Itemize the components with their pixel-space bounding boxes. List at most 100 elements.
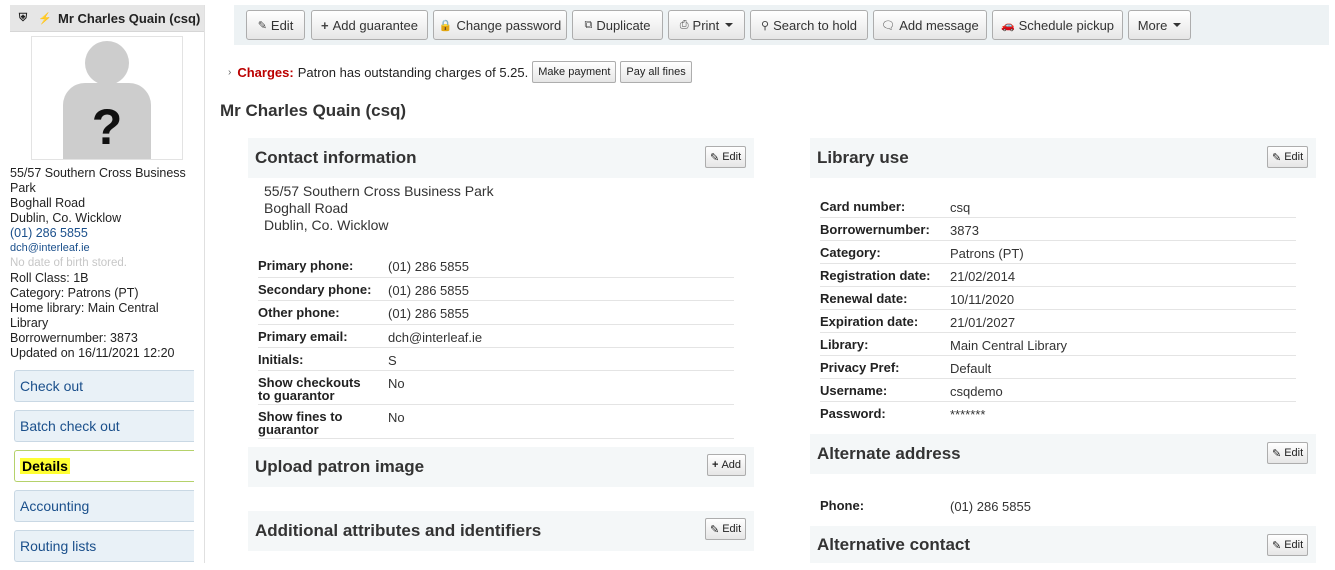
add-label: Add	[721, 459, 742, 471]
edit-button[interactable]: ✎ Edit	[246, 10, 305, 40]
contact-row: Initials: S	[258, 348, 734, 371]
contact-row: Secondary phone: (01) 286 5855	[258, 278, 734, 301]
change-password-button[interactable]: 🔒 Change password	[433, 10, 567, 40]
field-label: Privacy Pref:	[820, 360, 900, 375]
library-use-header: Library use	[810, 138, 1316, 178]
field-value: S	[388, 353, 397, 368]
field-label: Initials:	[258, 352, 304, 367]
alternative-contact-header: Alternative contact	[810, 526, 1316, 563]
add-guarantee-label: Add guarantee	[332, 17, 418, 33]
pencil-icon: ✎	[1272, 447, 1282, 460]
duplicate-label: Duplicate	[596, 17, 651, 33]
field-value: csqdemo	[950, 384, 1003, 399]
pay-all-fines-button[interactable]: Pay all fines	[620, 61, 692, 83]
patron-email-link[interactable]: dch@interleaf.ie	[10, 241, 204, 256]
duplicate-button[interactable]: ⧉ Duplicate	[572, 10, 663, 40]
edit-label: Edit	[270, 17, 294, 33]
add-guarantee-button[interactable]: + Add guarantee	[311, 10, 428, 40]
patron-photo[interactable]: ?	[31, 36, 183, 160]
field-value: No	[388, 376, 405, 391]
field-value: Patrons (PT)	[950, 246, 1024, 261]
upload-image-header: Upload patron image	[248, 447, 754, 487]
library-use-edit-button[interactable]: ✎ Edit	[1267, 146, 1309, 168]
nav-routing-lists[interactable]: Routing lists	[14, 530, 194, 562]
contact-row: Show fines to guarantor No	[258, 405, 734, 439]
category: Category: Patrons (PT)	[10, 286, 139, 300]
page-title: Mr Charles Quain (csq)	[220, 101, 407, 120]
secondary-phone-link[interactable]: (01) 286 5855	[388, 278, 469, 300]
edit-label: Edit	[722, 151, 742, 163]
address-line: 55/57 Southern Cross Business Park	[264, 183, 494, 199]
roll-class: Roll Class: 1B	[10, 271, 89, 285]
field-label: Category:	[820, 245, 881, 260]
print-label: Print	[692, 17, 720, 33]
nav-details[interactable]: Details	[14, 450, 194, 482]
contact-info-title: Contact information	[255, 148, 417, 167]
nav-check-out[interactable]: Check out	[14, 370, 194, 402]
edit-label: Edit	[1284, 447, 1304, 459]
nav-accounting[interactable]: Accounting	[14, 490, 194, 522]
address-line: Dublin, Co. Wicklow	[10, 211, 122, 225]
field-label: Primary phone:	[258, 258, 354, 273]
edit-label: Edit	[722, 523, 742, 535]
contact-row: Show checkouts to guarantor No	[258, 371, 734, 405]
sidebar-divider	[204, 5, 205, 563]
more-button[interactable]: More	[1128, 10, 1191, 40]
contact-edit-button[interactable]: ✎ Edit	[705, 146, 747, 168]
contact-rows: Primary phone: (01) 286 5855 Secondary ph…	[258, 254, 734, 439]
field-label: Phone:	[820, 498, 865, 513]
library-row: Username: csqdemo	[820, 379, 1296, 402]
other-phone-link[interactable]: (01) 286 5855	[388, 301, 469, 324]
printer-icon: ⎙	[679, 18, 689, 31]
home-library-cont: Library	[10, 316, 49, 330]
chevron-right-icon: ›	[228, 66, 232, 78]
field-label: Renewal date:	[820, 291, 908, 306]
primary-email-link[interactable]: dch@interleaf.ie	[388, 325, 482, 347]
library-row: Borrowernumber: 3873	[820, 218, 1296, 241]
pencil-icon: ✎	[257, 19, 267, 32]
library-row: Card number: csq	[820, 195, 1296, 218]
nav-batch-check-out[interactable]: Batch check out	[14, 410, 194, 442]
chevron-down-icon	[725, 23, 734, 27]
charges-label: Charges:	[237, 64, 294, 80]
field-label: Expiration date:	[820, 314, 919, 329]
search-to-hold-button[interactable]: ⚲ Search to hold	[750, 10, 868, 40]
nav-label: Details	[20, 458, 70, 474]
dob-note: No date of birth stored.	[10, 257, 127, 269]
alternate-address-rows: Phone: (01) 286 5855	[820, 494, 1296, 518]
search-icon: ⚲	[761, 19, 770, 32]
additional-edit-button[interactable]: ✎ Edit	[705, 518, 747, 540]
add-image-button[interactable]: + Add	[707, 454, 747, 476]
primary-phone-link[interactable]: (01) 286 5855	[388, 254, 469, 277]
field-value: 3873	[950, 223, 979, 238]
library-row: Registration date: 21/02/2014	[820, 264, 1296, 287]
toolbar: ✎ Edit + Add guarantee 🔒 Change password ⧉ D…	[234, 5, 1329, 45]
alternative-contact-edit-button[interactable]: ✎ Edit	[1267, 534, 1309, 556]
field-label: Show checkouts to guarantor	[258, 375, 361, 403]
field-value: 10/11/2020	[950, 292, 1015, 307]
print-button[interactable]: ⎙ Print	[668, 10, 745, 40]
copy-icon: ⧉	[584, 18, 593, 31]
additional-attributes-header: Additional attributes and identifiers	[248, 511, 754, 551]
field-label: Card number:	[820, 199, 906, 214]
patron-phone-link[interactable]: (01) 286 5855	[10, 226, 204, 241]
field-value: No	[388, 410, 405, 425]
nav-label: Accounting	[20, 498, 90, 514]
library-row: Category: Patrons (PT)	[820, 241, 1296, 264]
alternate-address-edit-button[interactable]: ✎ Edit	[1267, 442, 1309, 464]
alternate-phone-link[interactable]: (01) 286 5855	[950, 494, 1031, 518]
address-line: Boghall Road	[10, 196, 86, 210]
add-message-button[interactable]: 🗨 Add message	[873, 10, 987, 40]
make-payment-button[interactable]: Make payment	[532, 61, 617, 83]
lock-icon: 🔒	[438, 19, 453, 32]
field-label: Password:	[820, 406, 886, 421]
schedule-pickup-button[interactable]: 🚗 Schedule pickup	[992, 10, 1123, 40]
library-row: Library: Main Central Library	[820, 333, 1296, 356]
schedule-pickup-label: Schedule pickup	[1018, 17, 1115, 33]
library-row: Renewal date: 10/11/2020	[820, 287, 1296, 310]
library-use-title: Library use	[817, 148, 909, 167]
field-value: 21/02/2014	[950, 269, 1016, 284]
change-password-label: Change password	[456, 17, 562, 33]
patron-header-name: Mr Charles Quain (csq)	[58, 10, 201, 26]
alternate-row: Phone: (01) 286 5855	[820, 494, 1296, 518]
